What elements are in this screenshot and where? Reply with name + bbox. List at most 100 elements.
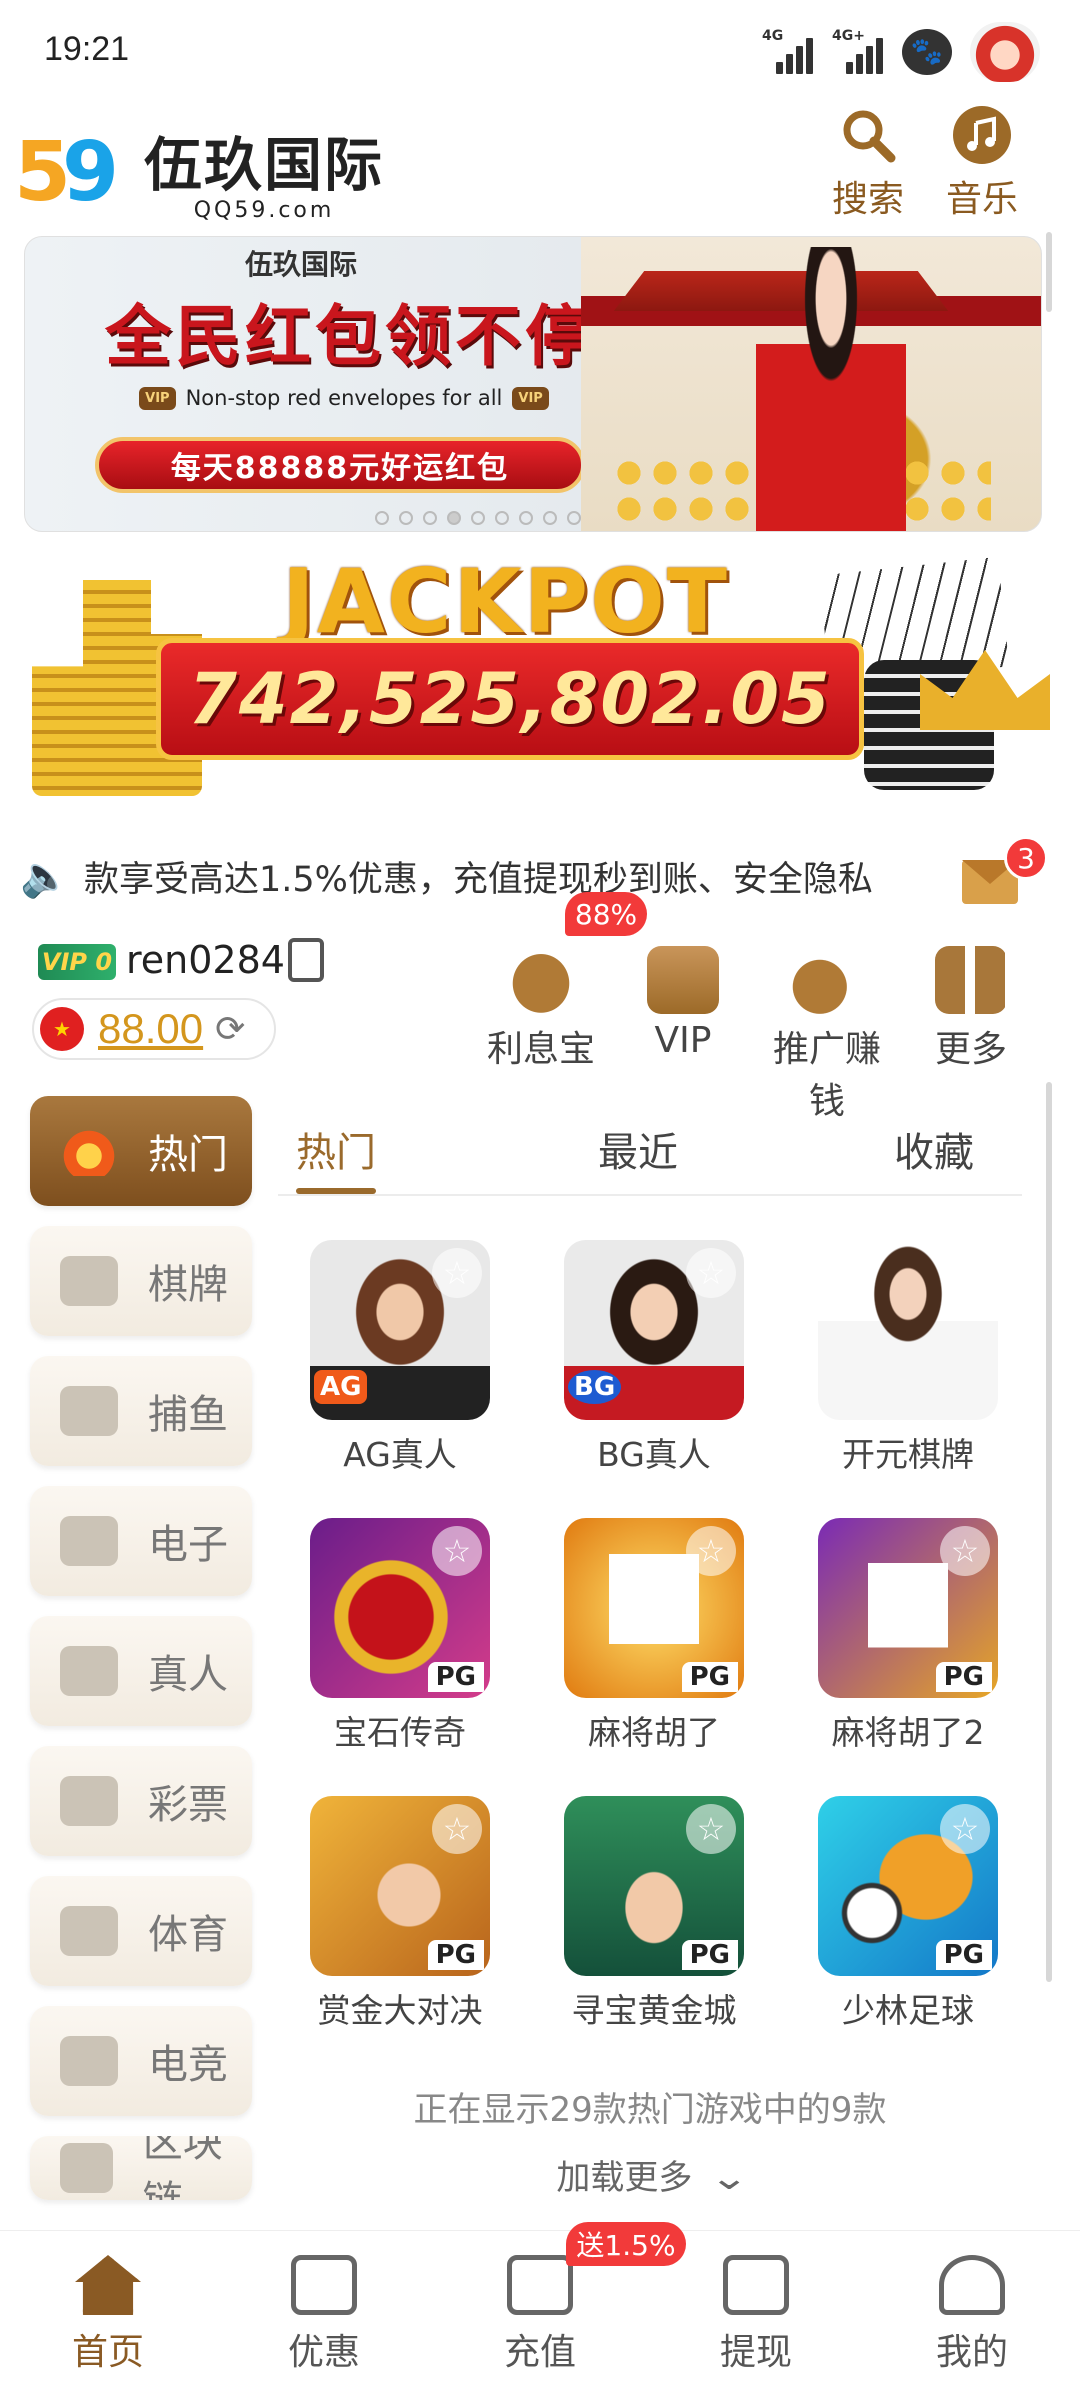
vip-level-badge: VIP 0 bbox=[38, 944, 116, 980]
nav-promotions[interactable]: 优惠 bbox=[244, 2255, 404, 2375]
more-button[interactable]: 更多 bbox=[906, 936, 1036, 1072]
slots-777-icon bbox=[60, 1516, 118, 1566]
balance-pill: ★ 88.00 ⟳ bbox=[32, 998, 276, 1060]
game-card[interactable]: ☆ PG 宝石传奇 bbox=[310, 1518, 490, 1754]
game-name: 寻宝黄金城 bbox=[571, 1991, 737, 2030]
game-thumbnail: ☆ PG bbox=[564, 1796, 744, 1976]
game-card[interactable]: ☆ PG 麻将胡了 bbox=[564, 1518, 744, 1754]
favorite-star-icon[interactable]: ☆ bbox=[940, 1526, 990, 1576]
category-chess-cards[interactable]: 棋牌 bbox=[30, 1226, 252, 1336]
game-card[interactable]: 开元棋牌 bbox=[818, 1240, 998, 1476]
refresh-balance-icon[interactable]: ⟳ bbox=[215, 1009, 245, 1050]
game-name: 宝石传奇 bbox=[334, 1713, 466, 1752]
provider-badge: AG bbox=[314, 1370, 368, 1404]
mail-count-badge: 3 bbox=[1004, 836, 1048, 880]
category-fishing[interactable]: 捕鱼 bbox=[30, 1356, 252, 1466]
category-slots[interactable]: 电子 bbox=[30, 1486, 252, 1596]
banner-pagination[interactable] bbox=[375, 511, 581, 525]
game-card[interactable]: ☆ BG BG真人 bbox=[564, 1240, 744, 1476]
blockchain-icon bbox=[60, 2143, 113, 2193]
quick-action-label: VIP bbox=[654, 1020, 712, 1061]
search-button[interactable]: 搜索 bbox=[818, 106, 918, 222]
games-scrollbar[interactable] bbox=[1046, 1082, 1052, 1982]
pagination-dot[interactable] bbox=[399, 511, 413, 525]
nav-deposit[interactable]: 充值 bbox=[460, 2255, 620, 2375]
referral-earn-button[interactable]: 推广赚钱 bbox=[762, 936, 892, 1124]
nav-withdraw[interactable]: 提现 bbox=[676, 2255, 836, 2375]
tab-hot[interactable]: 热门 bbox=[296, 1120, 376, 1178]
vip-button[interactable]: VIP bbox=[618, 936, 748, 1061]
piggy-bank-icon bbox=[505, 946, 577, 1014]
game-name: 麻将胡了 bbox=[588, 1713, 720, 1752]
pagination-dot[interactable] bbox=[519, 511, 533, 525]
category-live[interactable]: 真人 bbox=[30, 1616, 252, 1726]
active-tab-indicator bbox=[296, 1188, 376, 1194]
nav-profile[interactable]: 我的 bbox=[892, 2255, 1052, 2375]
interest-rate-badge: 88% bbox=[565, 892, 647, 936]
favorite-star-icon[interactable]: ☆ bbox=[686, 1248, 736, 1298]
load-more-button[interactable]: 加载更多 ⌄ bbox=[278, 2150, 1022, 2199]
pagination-dot[interactable] bbox=[423, 511, 437, 525]
game-thumbnail: ☆ PG bbox=[818, 1796, 998, 1976]
jackpot-panel: JACKPOT 742,525,802.05 bbox=[24, 550, 1054, 806]
cash-icon bbox=[723, 2255, 789, 2315]
interest-treasure-button[interactable]: 利息宝 bbox=[476, 936, 606, 1072]
china-flag-icon: ★ bbox=[40, 1007, 84, 1051]
lottery-ball-icon bbox=[60, 1776, 118, 1826]
music-button[interactable]: 音乐 bbox=[932, 106, 1032, 222]
logo-name: 伍玖国际 bbox=[144, 131, 385, 199]
banner-logo: 伍玖国际 bbox=[245, 248, 358, 281]
category-sports[interactable]: 体育 bbox=[30, 1876, 252, 1986]
banner-pill: 每天88888元好运红包 bbox=[95, 437, 585, 493]
pagination-dot[interactable] bbox=[471, 511, 485, 525]
pagination-dot[interactable] bbox=[375, 511, 389, 525]
game-card[interactable]: ☆ AG AG真人 bbox=[310, 1240, 490, 1476]
vip-icon bbox=[647, 946, 719, 1014]
game-card[interactable]: ☆ PG 寻宝黄金城 bbox=[564, 1796, 744, 2032]
page-scrollbar[interactable] bbox=[1046, 232, 1052, 312]
user-panel: VIP 0 ren0284 ★ 88.00 ⟳ bbox=[32, 934, 458, 1064]
game-name: 麻将胡了2 bbox=[831, 1713, 985, 1752]
category-blockchain[interactable]: 区块链 bbox=[30, 2136, 252, 2200]
game-card[interactable]: ☆ PG 少林足球 bbox=[818, 1796, 998, 2032]
status-bar: 19:21 4G 4G+ 🐾 bbox=[0, 0, 1080, 96]
game-card[interactable]: ☆ PG 麻将胡了2 bbox=[818, 1518, 998, 1754]
favorite-star-icon[interactable]: ☆ bbox=[432, 1248, 482, 1298]
pagination-dot[interactable] bbox=[567, 511, 581, 525]
game-name: 赏金大对决 bbox=[317, 1991, 483, 2030]
app-logo[interactable]: 59 伍玖国际 QQ59.com bbox=[14, 118, 385, 224]
copy-icon[interactable] bbox=[288, 938, 324, 982]
game-name: BG真人 bbox=[597, 1435, 711, 1474]
category-esports[interactable]: 电竞 bbox=[30, 2006, 252, 2116]
pagination-dot-active[interactable] bbox=[447, 511, 461, 525]
favorite-star-icon[interactable]: ☆ bbox=[686, 1526, 736, 1576]
tab-favorites[interactable]: 收藏 bbox=[894, 1120, 974, 1178]
category-hot[interactable]: 热门 bbox=[30, 1096, 252, 1206]
cards-icon bbox=[60, 1256, 118, 1306]
vs-icon bbox=[60, 2036, 118, 2086]
quick-action-label: 利息宝 bbox=[486, 1029, 595, 1070]
fire-icon bbox=[60, 1126, 118, 1176]
tab-recent[interactable]: 最近 bbox=[598, 1120, 678, 1178]
pagination-dot[interactable] bbox=[495, 511, 509, 525]
category-lottery[interactable]: 彩票 bbox=[30, 1746, 252, 1856]
pagination-dot[interactable] bbox=[543, 511, 557, 525]
signal-4g-plus-icon: 4G+ bbox=[832, 28, 884, 76]
music-label: 音乐 bbox=[945, 179, 1018, 220]
favorite-star-icon[interactable]: ☆ bbox=[432, 1804, 482, 1854]
notice-marquee[interactable]: 🔈 款享受高达1.5%优惠，充值提现秒到账、安全隐私 bbox=[20, 846, 1020, 906]
vip-badge-icon: VIP bbox=[139, 386, 176, 410]
nav-label: 提现 bbox=[719, 2332, 792, 2373]
bottom-navigation: 首页 优惠 充值 提现 我的 bbox=[0, 2230, 1080, 2400]
provider-badge: PG bbox=[427, 1662, 484, 1692]
favorite-star-icon[interactable]: ☆ bbox=[432, 1526, 482, 1576]
promo-banner[interactable]: 伍玖国际 全民红包领不停 VIP Non-stop red envelopes … bbox=[24, 236, 1042, 532]
game-card[interactable]: ☆ PG 赏金大对决 bbox=[310, 1796, 490, 2032]
game-thumbnail: ☆ PG bbox=[310, 1796, 490, 1976]
home-icon bbox=[75, 2255, 141, 2315]
provider-badge: PG bbox=[681, 1662, 738, 1692]
nav-label: 首页 bbox=[71, 2332, 144, 2373]
favorite-star-icon[interactable]: ☆ bbox=[686, 1804, 736, 1854]
favorite-star-icon[interactable]: ☆ bbox=[940, 1804, 990, 1854]
nav-home[interactable]: 首页 bbox=[28, 2255, 188, 2375]
